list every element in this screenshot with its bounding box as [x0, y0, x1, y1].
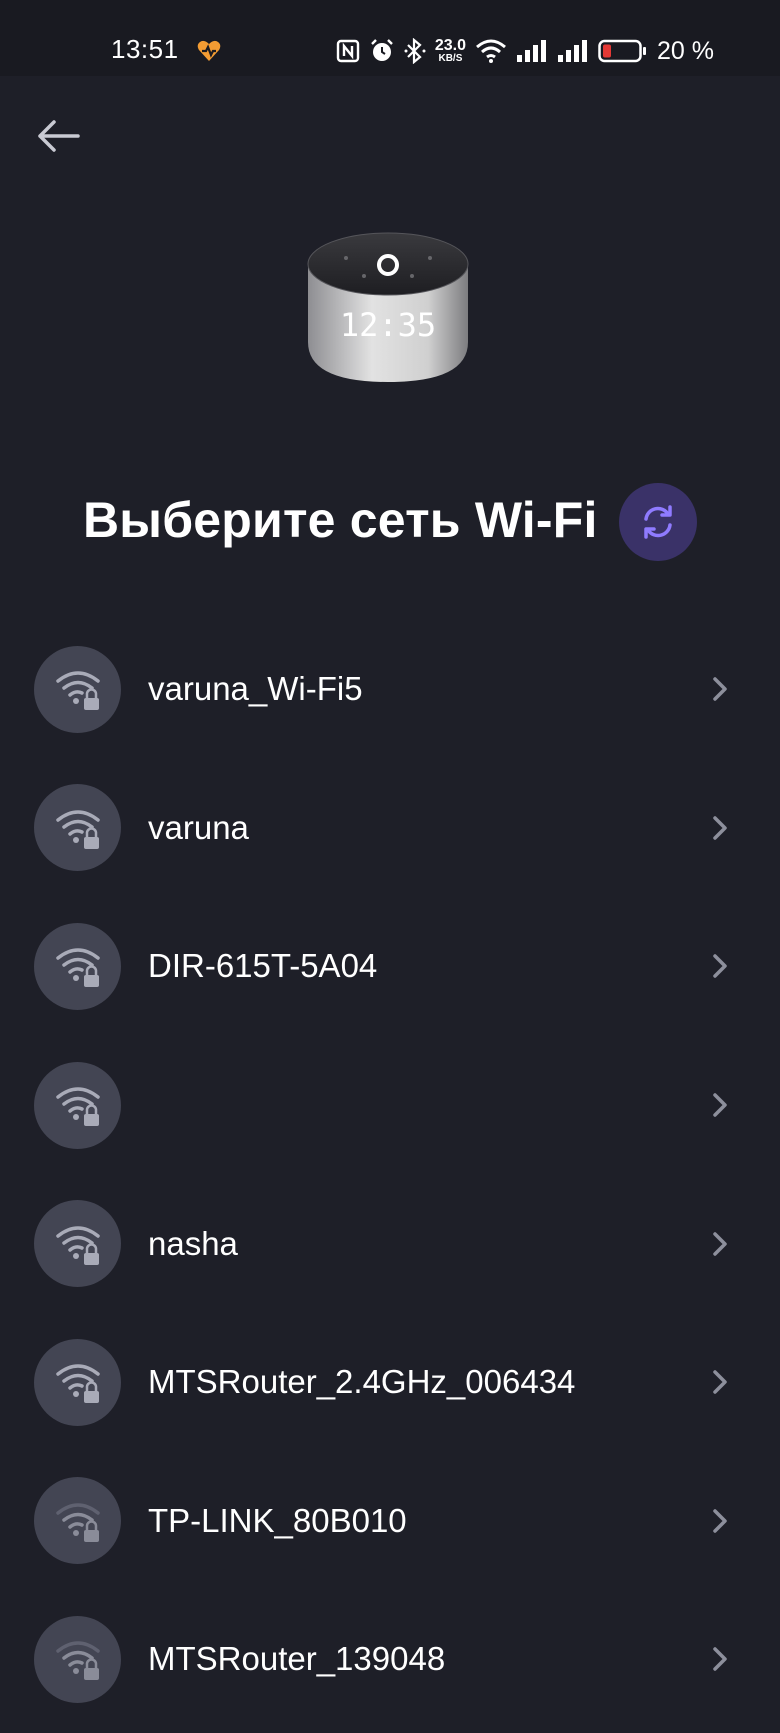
chevron-right-icon [713, 816, 727, 840]
network-item[interactable]: MTSRouter_139048 [0, 1590, 780, 1729]
signal-icon [517, 40, 547, 62]
network-item[interactable]: MTSRouter_2.4GHz_006434 [0, 1313, 780, 1452]
wifi-lock-icon [34, 784, 121, 872]
title-row: Выберите сеть Wi-Fi [0, 483, 780, 563]
signal-icon [558, 40, 588, 62]
network-item[interactable]: TP-LINK_80B010 [0, 1452, 780, 1591]
wifi-status-icon [476, 39, 506, 63]
battery-percent: 20 % [657, 36, 714, 65]
bluetooth-icon [404, 38, 426, 64]
status-icons: 23.0 KB/S 20 % [336, 36, 714, 66]
chevron-right-icon [713, 1509, 727, 1533]
net-speed: 23.0 KB/S [435, 38, 466, 64]
network-list: varuna_Wi-Fi5 varuna DIR-615T-5A04 nasha… [0, 620, 780, 1729]
network-name: varuna_Wi-Fi5 [148, 670, 363, 708]
battery-icon [598, 39, 647, 63]
status-bar: 13:51 23.0 KB/S 20 % [0, 0, 780, 76]
wifi-lock-icon [34, 1477, 121, 1565]
arrow-left-icon [38, 120, 80, 152]
network-name: MTSRouter_139048 [148, 1640, 446, 1678]
chevron-right-icon [713, 1231, 727, 1256]
network-item[interactable]: varuna_Wi-Fi5 [0, 620, 780, 759]
status-time: 13:51 [111, 34, 179, 64]
alarm-icon [371, 39, 393, 61]
page-title: Выберите сеть Wi-Fi [83, 492, 598, 548]
chevron-right-icon [713, 954, 727, 979]
wifi-lock-icon [34, 1061, 121, 1149]
network-name: nasha [148, 1224, 238, 1262]
health-app-icon [197, 40, 221, 61]
chevron-right-icon [713, 1093, 727, 1117]
refresh-button[interactable] [619, 483, 697, 561]
wifi-lock-icon [34, 922, 121, 1010]
back-button[interactable] [34, 112, 86, 160]
wifi-lock-icon [34, 1200, 121, 1288]
network-name: TP-LINK_80B010 [148, 1501, 407, 1539]
wifi-lock-icon [34, 1338, 121, 1426]
net-speed-value: 23.0 [434, 37, 467, 54]
device-clock-text: 12:35 [340, 306, 436, 344]
wifi-lock-icon [34, 645, 121, 733]
network-item[interactable]: varuna [0, 759, 780, 898]
network-item[interactable]: DIR-615T-5A04 [0, 897, 780, 1036]
chevron-right-icon [713, 677, 727, 702]
net-speed-unit: KB/S [438, 53, 463, 64]
network-name: DIR-615T-5A04 [148, 947, 378, 985]
refresh-icon [644, 505, 672, 539]
chevron-right-icon [713, 1370, 727, 1395]
wifi-lock-icon [34, 1615, 121, 1703]
screen: 13:51 23.0 KB/S 20 % 12:35 Выберите сеть… [0, 0, 780, 1733]
chevron-right-icon [713, 1647, 727, 1672]
network-name: varuna [148, 808, 249, 846]
nfc-icon [336, 39, 360, 63]
network-name: MTSRouter_2.4GHz_006434 [148, 1363, 576, 1401]
device-image: 12:35 [307, 232, 469, 382]
network-item[interactable] [0, 1036, 780, 1175]
network-item[interactable]: nasha [0, 1174, 780, 1313]
